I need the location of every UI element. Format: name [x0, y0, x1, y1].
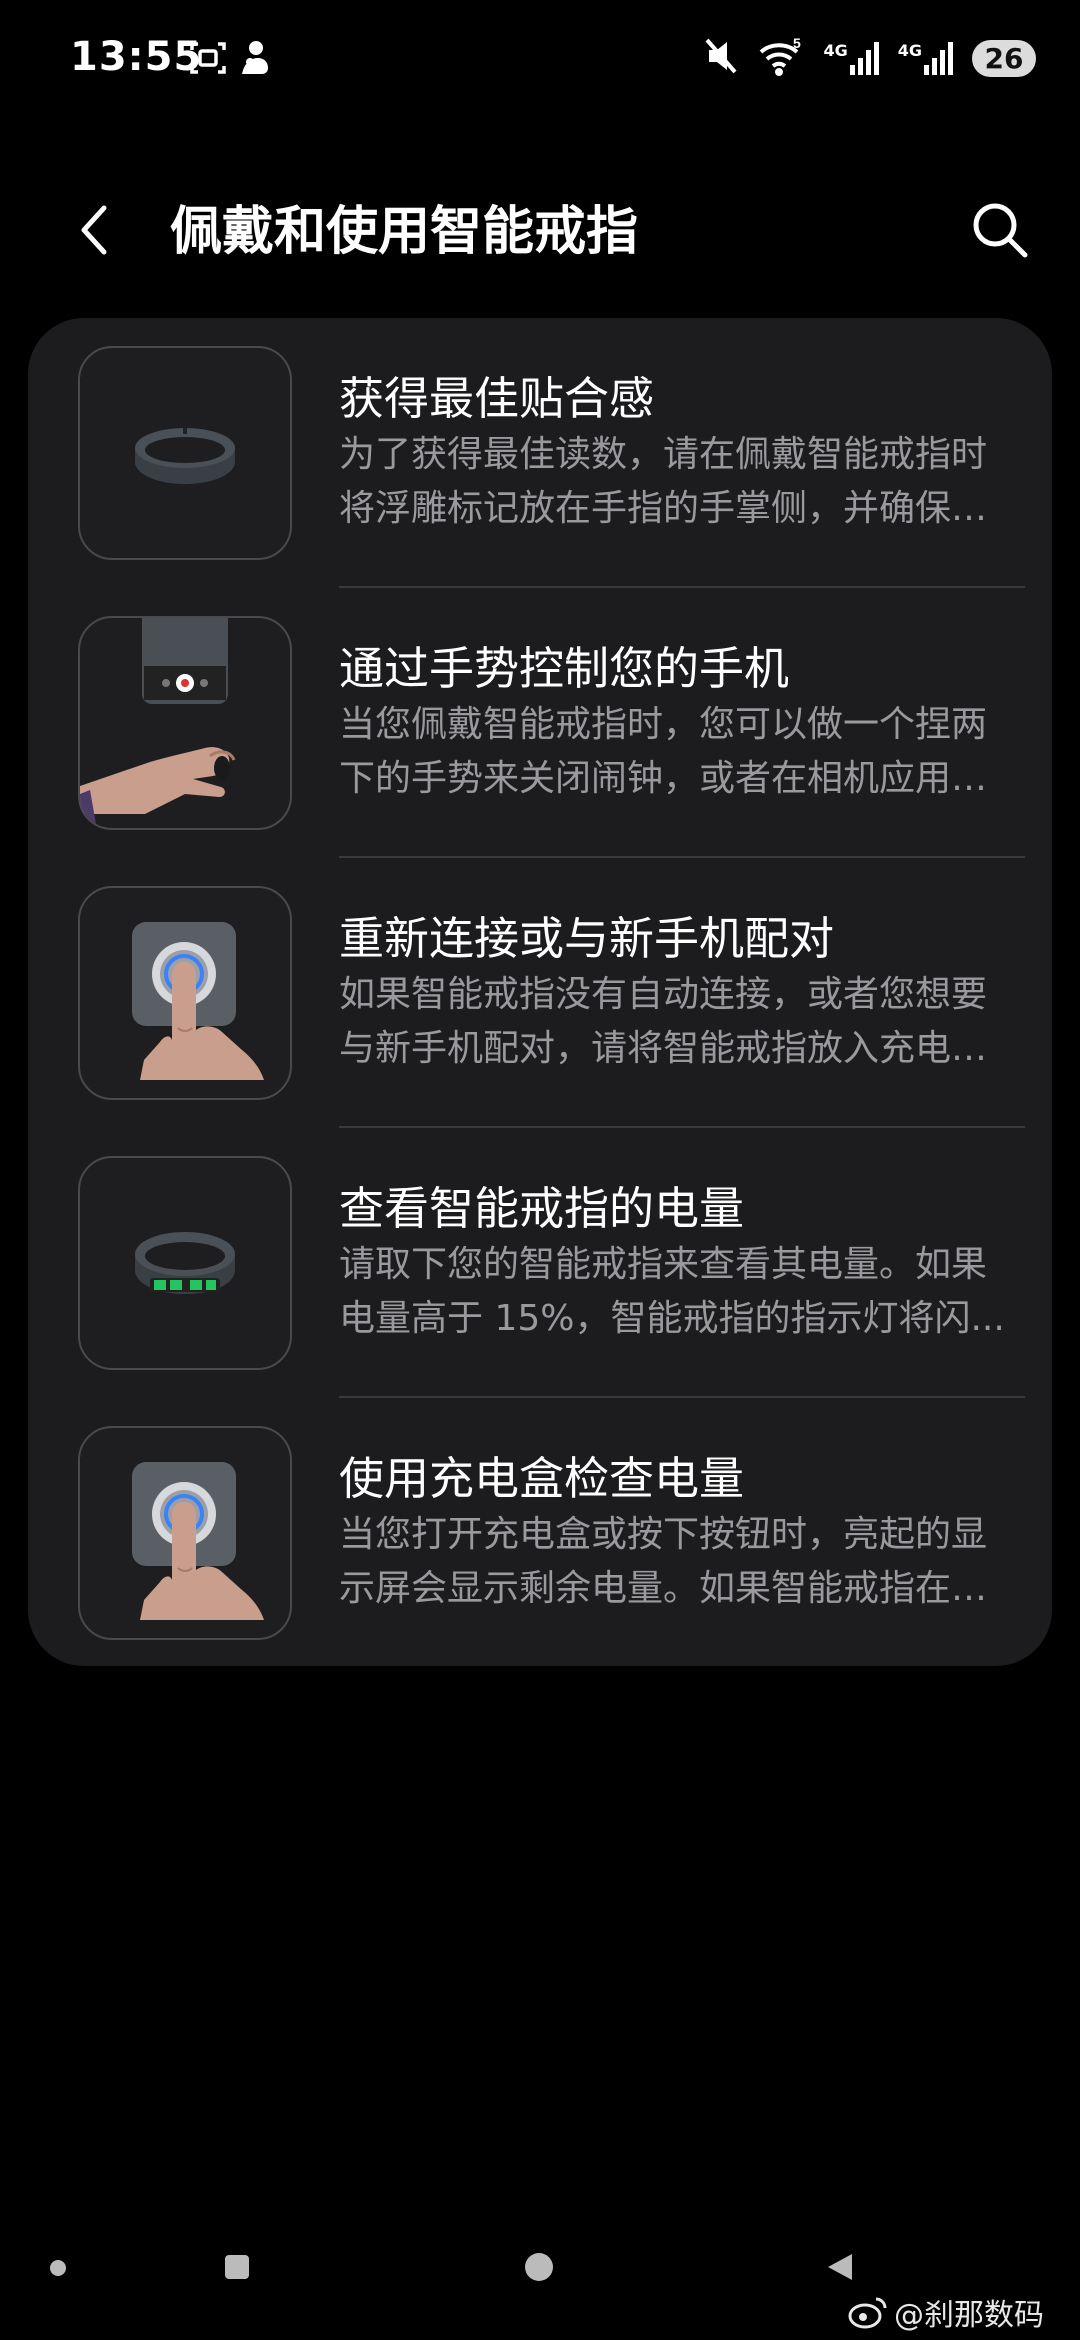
page-title: 佩戴和使用智能戒指: [170, 202, 639, 262]
battery-indicator: 26: [972, 39, 1036, 77]
ring-battery-icon: [78, 1156, 292, 1370]
guide-list-card: 获得最佳贴合感 为了获得最佳读数，请在佩戴智能戒指时将浮雕标记放在手指的手掌侧，…: [28, 318, 1052, 1666]
list-item-reconnect[interactable]: 重新连接或与新手机配对 如果智能戒指没有自动连接，或者您想要与新手机配对，请将智…: [28, 858, 1052, 1128]
wifi-icon: 5: [757, 35, 805, 80]
back-arrow-icon: [81, 205, 107, 255]
mute-icon: [703, 36, 739, 80]
ring-icon: [78, 346, 292, 560]
status-time: 13:55: [70, 34, 203, 80]
press-button-icon: [78, 1426, 292, 1640]
list-item-fit[interactable]: 获得最佳贴合感 为了获得最佳读数，请在佩戴智能戒指时将浮雕标记放在手指的手掌侧，…: [28, 318, 1052, 588]
recent-apps-icon: [225, 2255, 249, 2279]
status-bar: 13:55 5 4G 4G 26: [0, 0, 1080, 120]
recent-apps-button[interactable]: [222, 2252, 252, 2286]
nav-dot-button[interactable]: [48, 2258, 68, 2282]
list-item-battery[interactable]: 查看智能戒指的电量 请取下您的智能戒指来查看其电量。如果电量高于 15%，智能戒…: [28, 1128, 1052, 1398]
item-title: 通过手势控制您的手机: [339, 642, 790, 695]
home-icon: [525, 2253, 553, 2281]
item-description: 为了获得最佳读数，请在佩戴智能戒指时将浮雕标记放在手指的手掌侧，并确保传...: [339, 434, 988, 529]
weibo-logo-icon: [848, 2297, 887, 2329]
item-title: 使用充电盒检查电量: [339, 1452, 745, 1505]
list-item-case-battery[interactable]: 使用充电盒检查电量 当您打开充电盒或按下按钮时，亮起的显示屏会显示剩余电量。如果…: [28, 1398, 1052, 1668]
signal-icon-1: 4G: [823, 41, 879, 75]
search-button[interactable]: [968, 198, 1032, 262]
svg-text:5: 5: [793, 36, 801, 51]
watermark: @刹那数码: [848, 2290, 1044, 2334]
app-header: 佩戴和使用智能戒指: [0, 180, 1080, 280]
item-description: 请取下您的智能戒指来查看其电量。如果电量高于 15%，智能戒指的指示灯将闪...: [339, 1244, 1005, 1339]
status-right-icons: 5 4G 4G 26: [703, 35, 1036, 80]
search-icon: [973, 203, 1028, 258]
item-title: 重新连接或与新手机配对: [339, 912, 835, 965]
list-item-gesture[interactable]: 通过手势控制您的手机 当您佩戴智能戒指时，您可以做一个捏两下的手势来关闭闹钟，或…: [28, 588, 1052, 858]
screenshot-icon: [188, 38, 228, 82]
network-type-2: 4G: [897, 41, 922, 60]
item-description: 当您打开充电盒或按下按钮时，亮起的显示屏会显示剩余电量。如果智能戒指在充...: [339, 1514, 988, 1609]
item-description: 如果智能戒指没有自动连接，或者您想要与新手机配对，请将智能戒指放入充电盒...: [339, 974, 988, 1069]
network-type-1: 4G: [823, 41, 848, 60]
watermark-text: @刹那数码: [894, 2298, 1044, 2333]
back-button[interactable]: [70, 200, 130, 260]
item-title: 查看智能戒指的电量: [339, 1182, 745, 1235]
item-description: 当您佩戴智能戒指时，您可以做一个捏两下的手势来关闭闹钟，或者在相机应用程...: [339, 704, 988, 799]
back-triangle-icon: [828, 2254, 852, 2280]
home-button[interactable]: [522, 2250, 556, 2288]
back-nav-button[interactable]: [826, 2252, 854, 2286]
app-notification-icon: [236, 38, 272, 82]
dot-icon: [50, 2260, 66, 2276]
signal-icon-2: 4G: [898, 41, 954, 75]
item-title: 获得最佳贴合感: [339, 372, 655, 425]
press-button-icon: [78, 886, 292, 1100]
hand-gesture-icon: [78, 616, 292, 830]
